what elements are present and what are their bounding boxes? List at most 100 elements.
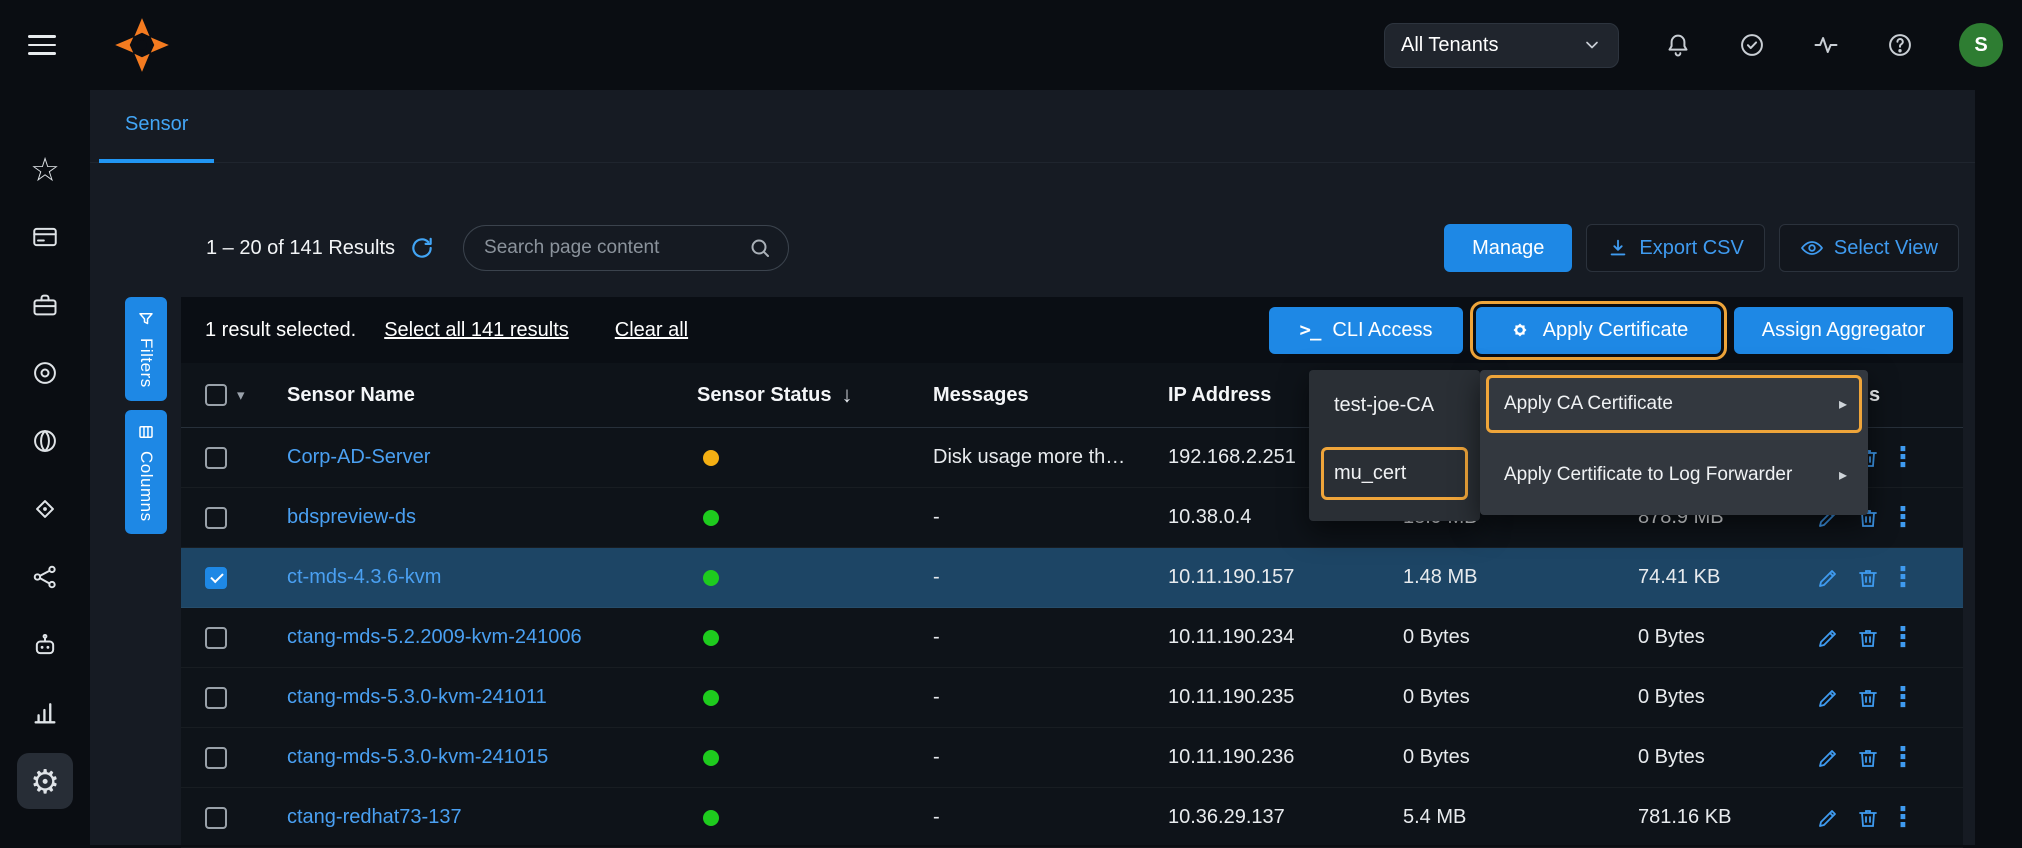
clear-all-link[interactable]: Clear all xyxy=(615,319,688,342)
data1-cell: 1.48 MB xyxy=(1403,566,1638,589)
apply-certificate-button[interactable]: Apply Certificate xyxy=(1476,307,1721,354)
menu-item-certificate[interactable]: test-joe-CA xyxy=(1321,379,1468,432)
manage-button[interactable]: Manage xyxy=(1444,224,1572,272)
sensor-name-link[interactable]: ctang-mds-5.3.0-kvm-241011 xyxy=(287,686,547,709)
sidebar-item-detections[interactable] xyxy=(17,481,73,537)
apply-certificate-menu: Apply CA Certificate ▸ Apply Certificate… xyxy=(1480,370,1868,515)
edit-button[interactable] xyxy=(1815,745,1841,771)
target-icon xyxy=(31,495,59,523)
kebab-menu-button[interactable]: ⋮ xyxy=(1895,565,1911,591)
delete-button[interactable] xyxy=(1855,565,1881,591)
kebab-menu-button[interactable]: ⋮ xyxy=(1895,505,1911,531)
select-all-link[interactable]: Select all 141 results xyxy=(384,319,569,342)
sidebar-item-records[interactable] xyxy=(17,345,73,401)
menu-item-label: Apply CA Certificate xyxy=(1504,393,1673,415)
table-row[interactable]: ctang-mds-5.2.2009-kvm-241006 - 10.11.19… xyxy=(181,608,1963,668)
table-row[interactable]: ct-mds-4.3.6-kvm - 10.11.190.157 1.48 MB… xyxy=(181,548,1963,608)
menu-item-apply-certificate-log-forwarder[interactable]: Apply Certificate to Log Forwarder ▸ xyxy=(1486,446,1862,504)
row-checkbox[interactable] xyxy=(205,447,227,469)
columns-tab[interactable]: Columns xyxy=(125,410,167,535)
export-csv-button[interactable]: Export CSV xyxy=(1586,224,1764,272)
disc-icon xyxy=(31,359,59,387)
sensor-name-link[interactable]: bdspreview-ds xyxy=(287,506,416,529)
menu-item-apply-ca-certificate[interactable]: Apply CA Certificate ▸ xyxy=(1486,375,1862,433)
notifications-button[interactable] xyxy=(1663,30,1693,60)
sensor-name-link[interactable]: ct-mds-4.3.6-kvm xyxy=(287,566,441,589)
sensor-name-link[interactable]: Corp-AD-Server xyxy=(287,446,430,469)
gear-icon: ⚙ xyxy=(30,765,60,798)
avatar-initial: S xyxy=(1974,34,1987,57)
edit-button[interactable] xyxy=(1815,625,1841,651)
cli-access-button[interactable]: >_ CLI Access xyxy=(1269,307,1463,354)
activity-button[interactable] xyxy=(1811,30,1841,60)
sidebar-item-correlation[interactable] xyxy=(17,549,73,605)
sidebar-item-intelligence[interactable] xyxy=(17,413,73,469)
row-checkbox[interactable] xyxy=(205,807,227,829)
columns-tab-label: Columns xyxy=(136,451,156,522)
select-view-button[interactable]: Select View xyxy=(1779,224,1959,272)
delete-button[interactable] xyxy=(1855,805,1881,831)
header-sensor-name[interactable]: Sensor Name xyxy=(287,384,697,407)
row-checkbox[interactable] xyxy=(205,627,227,649)
sidebar-item-licenses[interactable] xyxy=(17,209,73,265)
data1-cell: 0 Bytes xyxy=(1403,626,1638,649)
select-all-checkbox[interactable] xyxy=(205,384,227,406)
sidebar-item-reports[interactable] xyxy=(17,685,73,741)
tenant-selector[interactable]: All Tenants xyxy=(1384,23,1619,68)
sidebar: ☆ xyxy=(0,90,90,845)
sidebar-item-automation[interactable] xyxy=(17,617,73,673)
refresh-button[interactable] xyxy=(409,235,435,261)
certificate-icon xyxy=(1509,319,1531,341)
kebab-menu-button[interactable]: ⋮ xyxy=(1895,685,1911,711)
table-row[interactable]: ctang-mds-5.3.0-kvm-241011 - 10.11.190.2… xyxy=(181,668,1963,728)
caret-down-icon[interactable]: ▾ xyxy=(237,386,245,404)
row-checkbox[interactable] xyxy=(205,687,227,709)
data2-cell: 74.41 KB xyxy=(1638,566,1781,589)
header-messages[interactable]: Messages xyxy=(933,384,1168,407)
menu-icon[interactable] xyxy=(28,35,58,55)
kebab-menu-button[interactable]: ⋮ xyxy=(1895,745,1911,771)
tasks-button[interactable] xyxy=(1737,30,1767,60)
bot-icon xyxy=(31,631,59,659)
edit-button[interactable] xyxy=(1815,805,1841,831)
export-csv-label: Export CSV xyxy=(1639,237,1743,260)
assign-aggregator-label: Assign Aggregator xyxy=(1762,319,1925,342)
messages-cell: - xyxy=(933,806,1168,829)
sensor-name-link[interactable]: ctang-mds-5.2.2009-kvm-241006 xyxy=(287,626,582,649)
avatar[interactable]: S xyxy=(1959,23,2003,67)
sensor-name-link[interactable]: ctang-redhat73-137 xyxy=(287,806,462,829)
delete-button[interactable] xyxy=(1855,685,1881,711)
search-box xyxy=(463,225,789,271)
menu-item-label: Apply Certificate to Log Forwarder xyxy=(1504,464,1792,486)
briefcase-icon xyxy=(31,291,59,319)
filters-tab[interactable]: Filters xyxy=(125,297,167,401)
tab-sensor[interactable]: Sensor xyxy=(99,90,214,163)
kebab-menu-button[interactable]: ⋮ xyxy=(1895,805,1911,831)
status-dot xyxy=(703,630,719,646)
delete-button[interactable] xyxy=(1855,625,1881,651)
edit-button[interactable] xyxy=(1815,685,1841,711)
menu-item-certificate[interactable]: mu_cert xyxy=(1321,447,1468,500)
status-dot xyxy=(703,810,719,826)
help-button[interactable] xyxy=(1885,30,1915,60)
sensor-name-link[interactable]: ctang-mds-5.3.0-kvm-241015 xyxy=(287,746,548,769)
row-checkbox[interactable] xyxy=(205,567,227,589)
kebab-menu-button[interactable]: ⋮ xyxy=(1895,625,1911,651)
assign-aggregator-button[interactable]: Assign Aggregator xyxy=(1734,307,1953,354)
search-icon xyxy=(748,236,772,260)
header-sensor-status[interactable]: Sensor Status ↓ xyxy=(697,382,933,408)
table-row[interactable]: ctang-mds-5.3.0-kvm-241015 - 10.11.190.2… xyxy=(181,728,1963,788)
eye-icon xyxy=(1800,236,1824,260)
sidebar-item-favorites[interactable]: ☆ xyxy=(17,141,73,197)
search-input[interactable] xyxy=(484,237,748,259)
kebab-menu-button[interactable]: ⋮ xyxy=(1895,445,1911,471)
delete-button[interactable] xyxy=(1855,745,1881,771)
row-checkbox[interactable] xyxy=(205,747,227,769)
edit-button[interactable] xyxy=(1815,565,1841,591)
logo[interactable] xyxy=(114,17,170,73)
sidebar-item-settings[interactable]: ⚙ xyxy=(17,753,73,809)
row-checkbox[interactable] xyxy=(205,507,227,529)
table-row[interactable]: ctang-redhat73-137 - 10.36.29.137 5.4 MB… xyxy=(181,788,1963,848)
messages-cell: - xyxy=(933,626,1168,649)
sidebar-item-cases[interactable] xyxy=(17,277,73,333)
